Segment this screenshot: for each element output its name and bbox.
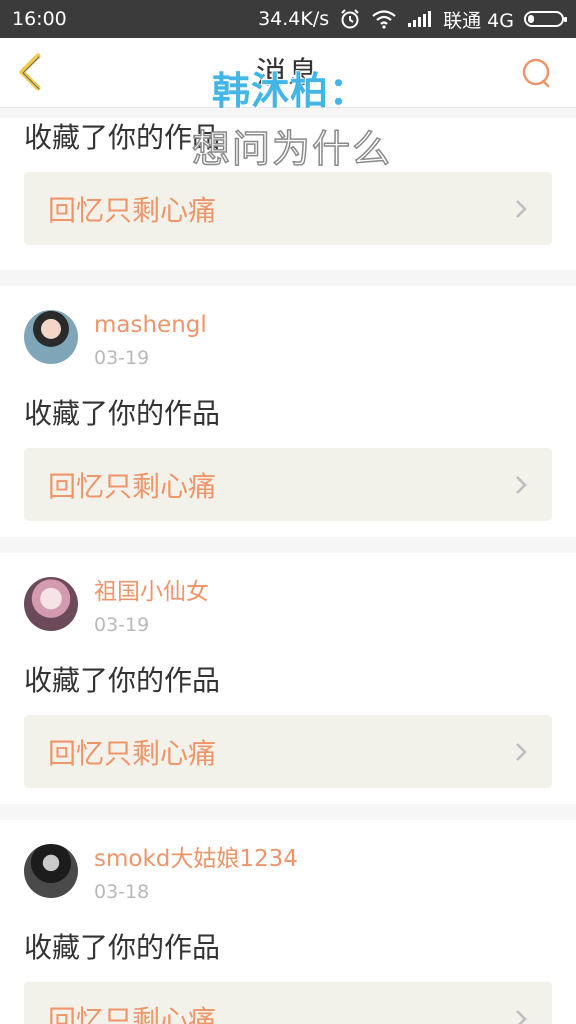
status-time: 16:00 [12, 8, 67, 30]
post-date: 03-18 [94, 881, 150, 903]
username[interactable]: 祖国小仙女 [94, 577, 209, 607]
overlay-caption-name: 韩沐柏： [212, 69, 369, 113]
chevron-right-icon [516, 742, 527, 761]
alarm-icon [341, 9, 359, 29]
feed-item: mashengl 03-19 收藏了你的作品 回忆只剩心痛 [0, 286, 576, 537]
wifi-icon [372, 10, 396, 29]
post-date: 03-19 [94, 347, 150, 369]
message-feed: 收藏了你的作品 回忆只剩心痛 mashengl 03-19 收藏了你的作品 回忆… [0, 108, 576, 1024]
work-title: 回忆只剩心痛 [48, 193, 217, 227]
feed-user: mashengl 03-19 [24, 310, 552, 370]
work-link[interactable]: 回忆只剩心痛 [24, 448, 552, 521]
battery-icon [524, 11, 567, 27]
overlay-caption-text: 想问为什么 [191, 126, 393, 172]
chevron-right-icon [516, 1009, 527, 1024]
work-link[interactable]: 回忆只剩心痛 [24, 715, 552, 788]
feed-user: smokd大姑娘1234 03-18 [24, 844, 552, 904]
avatar[interactable] [24, 577, 78, 631]
work-title: 回忆只剩心痛 [48, 469, 217, 503]
feed-user: 祖国小仙女 03-19 [24, 577, 552, 637]
avatar[interactable] [24, 844, 78, 898]
status-right: 34.4K/s 联通 4G [258, 6, 567, 33]
chevron-right-icon [516, 199, 527, 218]
status-bar: 16:00 34.4K/s 联通 4G [0, 0, 576, 38]
feed-action-text: 收藏了你的作品 [24, 664, 221, 697]
work-link[interactable]: 回忆只剩心痛 [24, 982, 552, 1024]
work-title: 回忆只剩心痛 [48, 736, 217, 770]
carrier-label: 联通 4G [443, 9, 514, 32]
user-meta: smokd大姑娘1234 03-18 [94, 844, 298, 906]
username[interactable]: smokd大姑娘1234 [94, 844, 298, 874]
signal-icon [408, 11, 432, 27]
post-date: 03-19 [94, 614, 150, 636]
search-icon[interactable] [520, 56, 554, 90]
work-title: 回忆只剩心痛 [48, 1003, 217, 1024]
avatar[interactable] [24, 310, 78, 364]
feed-item: smokd大姑娘1234 03-18 收藏了你的作品 回忆只剩心痛 [0, 820, 576, 1024]
feed-action-text: 收藏了你的作品 [24, 931, 221, 964]
chevron-right-icon [516, 475, 527, 494]
username[interactable]: mashengl [94, 310, 207, 340]
feed-action-text: 收藏了你的作品 [24, 397, 221, 430]
work-link[interactable]: 回忆只剩心痛 [24, 172, 552, 245]
feed-item: 祖国小仙女 03-19 收藏了你的作品 回忆只剩心痛 [0, 553, 576, 804]
user-meta: 祖国小仙女 03-19 [94, 577, 209, 639]
network-speed: 34.4K/s [258, 8, 330, 30]
user-meta: mashengl 03-19 [94, 310, 207, 372]
